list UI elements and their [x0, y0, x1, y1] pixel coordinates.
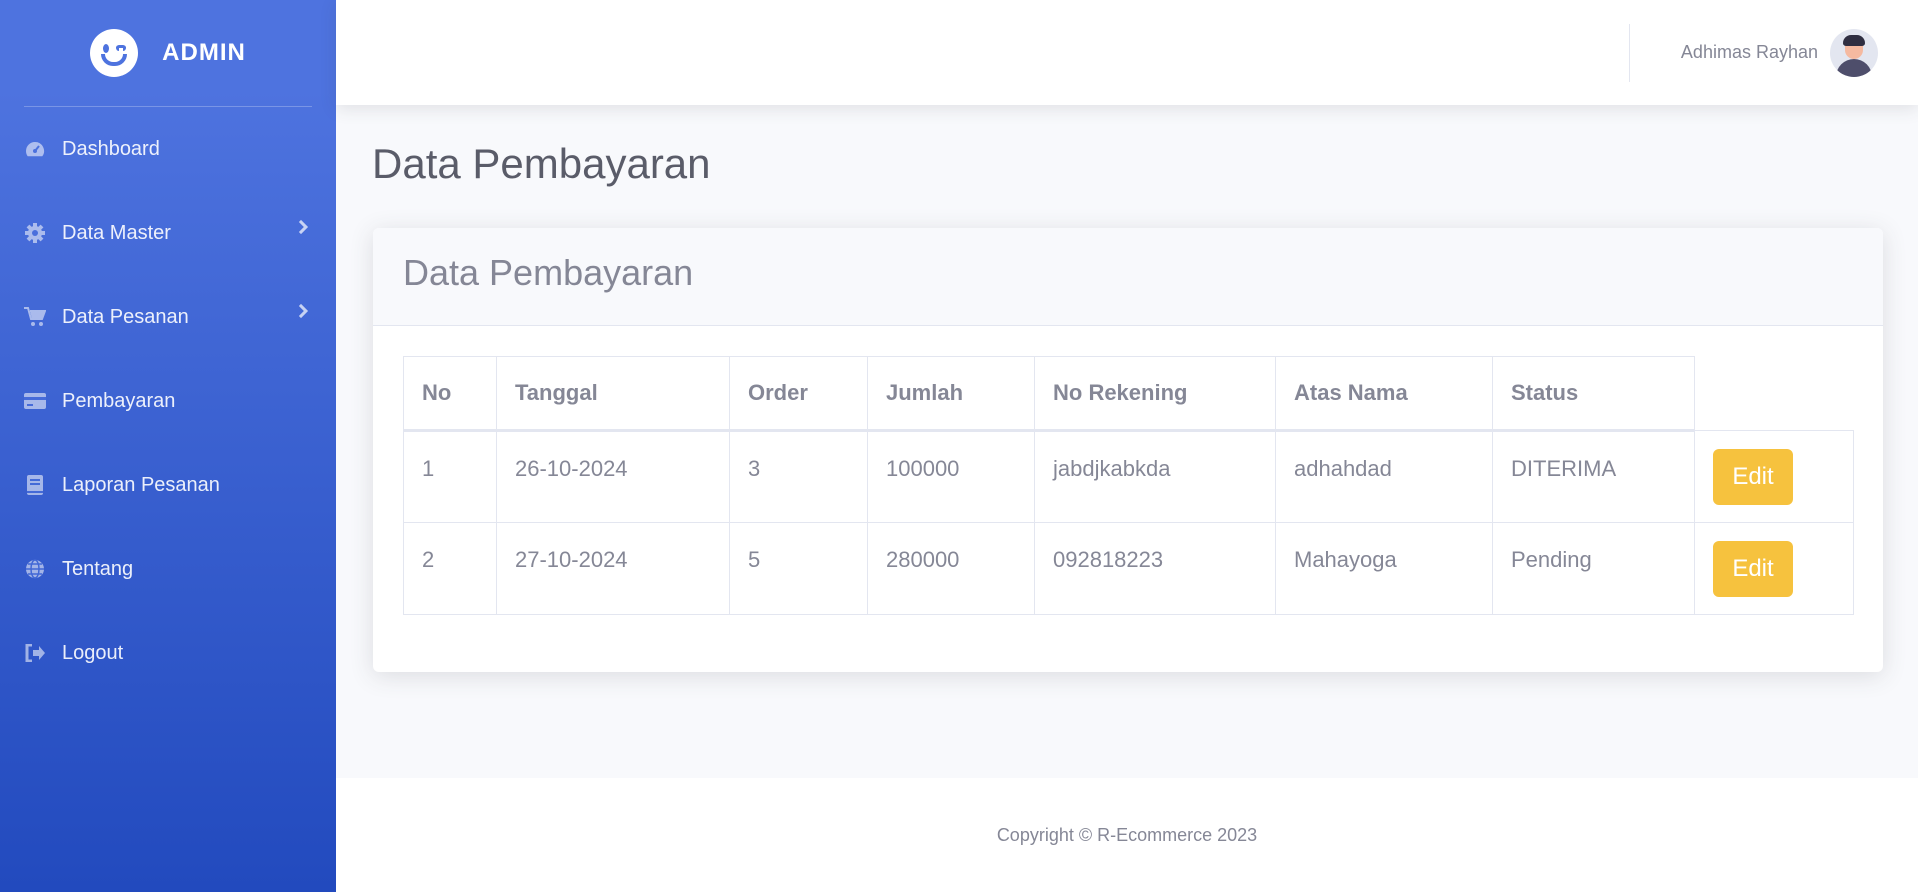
sidebar-item-data-master[interactable]: Data Master: [0, 191, 336, 275]
cell-status: Pending: [1492, 522, 1695, 615]
page-title: Data Pembayaran: [372, 140, 711, 187]
sidebar-item-tentang[interactable]: Tentang: [0, 527, 336, 611]
sidebar-brand[interactable]: ADMIN: [0, 0, 336, 106]
payment-card: Data Pembayaran No Tanggal Order Jumlah …: [373, 228, 1883, 672]
chevron-right-icon: [293, 303, 309, 319]
sidebar-item-label: Dashboard: [62, 137, 160, 160]
sidebar-item-label: Laporan Pesanan: [62, 473, 220, 496]
sidebar-item-label: Data Master: [62, 221, 171, 244]
brand-title: ADMIN: [162, 39, 246, 66]
column-header-atas-nama: Atas Nama: [1275, 356, 1493, 432]
column-header-action: [1694, 356, 1854, 431]
cell-order: 3: [729, 430, 868, 523]
table-header-row: No Tanggal Order Jumlah No Rekening Atas…: [403, 356, 1854, 432]
topbar-divider: [1629, 24, 1630, 82]
cell-jumlah: 100000: [867, 430, 1035, 523]
column-header-no-rekening: No Rekening: [1034, 356, 1276, 432]
cell-tanggal: 27-10-2024: [496, 522, 730, 615]
cell-order: 5: [729, 522, 868, 615]
cell-jumlah: 280000: [867, 522, 1035, 615]
sign-out-icon: [24, 642, 46, 664]
cell-no-rekening: 092818223: [1034, 522, 1276, 615]
cell-atas-nama: adhahdad: [1275, 430, 1493, 523]
sidebar-item-logout[interactable]: Logout: [0, 611, 336, 695]
card-title: Data Pembayaran: [403, 252, 694, 293]
cell-status: DITERIMA: [1492, 430, 1695, 523]
cell-action: Edit: [1694, 522, 1854, 615]
cell-no-rekening: jabdjkabkda: [1034, 430, 1276, 523]
chevron-right-icon: [293, 219, 309, 235]
column-header-order: Order: [729, 356, 868, 432]
footer: Copyright © R-Ecommerce 2023: [336, 778, 1918, 892]
laugh-wink-icon: [90, 29, 139, 77]
sidebar-item-data-pesanan[interactable]: Data Pesanan: [0, 275, 336, 359]
topbar: Adhimas Rayhan: [336, 0, 1918, 105]
column-header-tanggal: Tanggal: [496, 356, 730, 432]
cell-action: Edit: [1694, 430, 1854, 523]
book-icon: [24, 474, 46, 496]
sidebar-item-pembayaran[interactable]: Pembayaran: [0, 359, 336, 443]
sidebar-item-label: Data Pesanan: [62, 305, 189, 328]
credit-card-icon: [24, 390, 46, 412]
sidebar-item-label: Pembayaran: [62, 389, 176, 412]
edit-button[interactable]: Edit: [1713, 449, 1793, 505]
gear-icon: [24, 222, 46, 244]
sidebar-item-label: Logout: [62, 641, 124, 664]
sidebar-item-dashboard[interactable]: Dashboard: [0, 107, 336, 191]
column-header-status: Status: [1492, 356, 1695, 432]
cell-atas-nama: Mahayoga: [1275, 522, 1493, 615]
user-name[interactable]: Adhimas Rayhan: [1681, 42, 1818, 63]
sidebar-item-label: Tentang: [62, 557, 134, 580]
table-row: 2 27-10-2024 5 280000 092818223 Mahayoga…: [403, 522, 1854, 615]
avatar[interactable]: [1830, 29, 1878, 77]
edit-button[interactable]: Edit: [1713, 541, 1793, 597]
cart-icon: [24, 306, 46, 328]
tachometer-icon: [24, 138, 46, 160]
cell-no: 2: [403, 522, 497, 615]
table-row: 1 26-10-2024 3 100000 jabdjkabkda adhahd…: [403, 430, 1854, 523]
cell-tanggal: 26-10-2024: [496, 430, 730, 523]
column-header-jumlah: Jumlah: [867, 356, 1035, 432]
sidebar-item-laporan-pesanan[interactable]: Laporan Pesanan: [0, 443, 336, 527]
globe-icon: [24, 558, 46, 580]
sidebar: ADMIN Dashboard Data Master Data Pesanan…: [0, 0, 336, 892]
cell-no: 1: [403, 430, 497, 523]
copyright-text: Copyright © R-Ecommerce 2023: [996, 824, 1258, 845]
card-header: Data Pembayaran: [373, 228, 1883, 326]
payment-table: No Tanggal Order Jumlah No Rekening Atas…: [403, 356, 1854, 615]
column-header-no: No: [403, 356, 497, 432]
